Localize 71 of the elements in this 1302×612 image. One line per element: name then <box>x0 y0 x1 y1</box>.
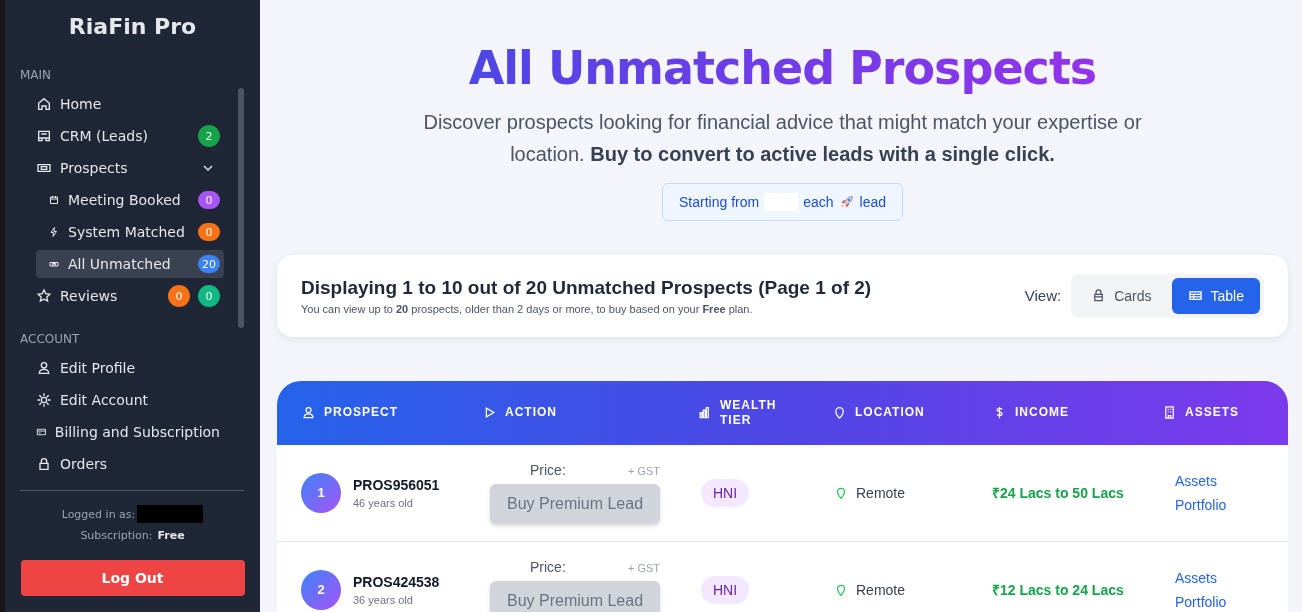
subscription-label: Subscription: <box>80 529 153 542</box>
brand-name: RiaFin Pro <box>68 13 197 41</box>
pin-icon <box>834 485 848 500</box>
logout-button[interactable]: Log Out <box>20 560 245 596</box>
lock-icon <box>36 456 52 472</box>
prospect-age: 36 years old <box>353 593 414 606</box>
column-header: INCOME <box>1015 405 1070 421</box>
view-option[interactable]: Table <box>1171 277 1260 314</box>
tax-note: + GST <box>627 561 660 574</box>
view-option[interactable]: Cards <box>1075 277 1168 314</box>
nav-item[interactable]: Billing and Subscription <box>36 418 224 446</box>
tier-badge: HNI <box>701 478 750 507</box>
nav-item[interactable]: Orders <box>36 450 224 478</box>
nav-item[interactable]: Meeting Booked 0 <box>36 186 224 214</box>
location-text: Remote <box>856 581 906 598</box>
income-range: ₹24 Lacs to 50 Lacs <box>992 484 1124 503</box>
bar-chart-icon <box>697 405 712 421</box>
user-icon <box>36 360 52 376</box>
column-header: PROSPECT <box>324 405 398 421</box>
logged-in-label: Logged in as: <box>61 507 136 521</box>
count-badge: 0 <box>198 191 220 209</box>
income-range: ₹12 Lacs to 24 Lacs <box>992 581 1124 600</box>
count-badge: 0 <box>198 223 220 241</box>
section-heading: ACCOUNT <box>20 332 80 346</box>
page-subtitle: Discover prospects looking for financial advice that might match your expertise or location. Buy to convert to active leads with a single click. <box>422 110 1143 167</box>
home-icon <box>36 96 52 112</box>
nav-item[interactable]: Edit Account <box>36 386 224 414</box>
nav-item[interactable]: CRM (Leads) 2 <box>36 122 224 150</box>
location-text: Remote <box>856 484 906 501</box>
nav-item[interactable]: Reviews 0 0 <box>36 282 224 310</box>
gear-icon <box>36 392 52 408</box>
tier-badge: HNI <box>701 575 750 604</box>
count-badge: 0 <box>198 285 220 307</box>
spark-icon <box>48 226 60 238</box>
calendar-icon <box>48 194 60 206</box>
column-header: ASSETS <box>1185 405 1240 421</box>
star-icon <box>36 288 52 304</box>
count-badge: 0 <box>168 285 190 307</box>
plan-note: You can view up to 20 prospects, older than 2 days or more, to buy based on your Free plan. <box>301 302 754 315</box>
user-icon <box>301 405 316 421</box>
price-label: Price: <box>530 558 566 575</box>
column-header: ACTION <box>505 405 557 421</box>
nav-item[interactable]: System Matched 0 <box>36 218 224 246</box>
row-number-badge: 1 <box>301 472 341 513</box>
row-number-badge: 2 <box>301 569 341 610</box>
nav-item[interactable]: All Unmatched 20 <box>36 250 224 278</box>
nav-item[interactable]: Edit Profile <box>36 354 224 382</box>
pin-icon <box>832 405 847 421</box>
scrollbar[interactable] <box>238 88 244 328</box>
building-icon <box>1162 405 1177 421</box>
column-header: WEALTH TIER <box>720 397 778 428</box>
nav-item[interactable]: Prospects <box>36 154 224 182</box>
view-label: View: <box>1024 287 1062 305</box>
prospect-age: 46 years old <box>353 496 414 509</box>
prospect-id: PROS424538 <box>353 573 440 590</box>
column-header: LOCATION <box>855 405 925 421</box>
price-note-text: each <box>803 194 834 210</box>
price-note-text: Starting from <box>679 194 760 210</box>
pin-icon <box>834 582 848 597</box>
storefront-icon <box>36 128 52 144</box>
count-badge: 20 <box>198 255 220 273</box>
section-heading: MAIN <box>20 68 52 82</box>
results-heading: Displaying 1 to 10 out of 20 Unmatched Prospects (Page 1 of 2) <box>301 276 873 299</box>
count-badge: 2 <box>198 125 220 147</box>
price-note-text: lead <box>859 194 886 210</box>
price-label: Price: <box>530 461 566 478</box>
tax-note: + GST <box>627 464 660 477</box>
prospect-id: PROS956051 <box>353 476 440 493</box>
plan-name: Free <box>157 529 185 542</box>
nav-item[interactable]: Home <box>36 90 224 118</box>
redaction-bar <box>137 505 204 523</box>
